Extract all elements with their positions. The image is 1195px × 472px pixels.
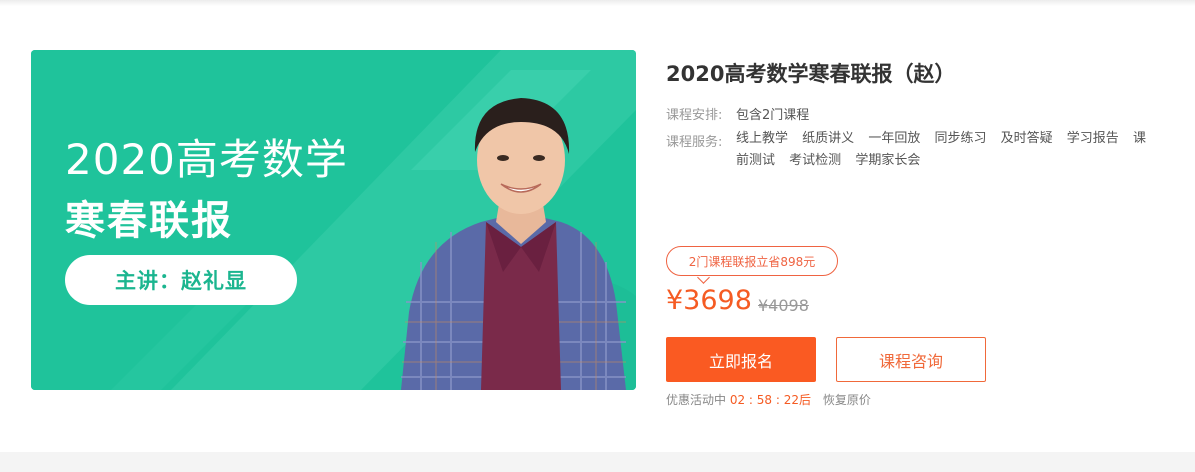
service-item: 考试检测	[789, 153, 842, 168]
enroll-button[interactable]: 立即报名	[666, 337, 816, 382]
current-price: ¥3698	[666, 285, 752, 316]
services-label: 课程服务:	[666, 135, 723, 150]
original-price: ¥4098	[758, 296, 809, 315]
bottom-divider	[0, 452, 1195, 472]
schedule-label: 课程安排:	[666, 108, 723, 123]
service-item: 学期家长会	[855, 153, 921, 168]
banner-title-line2: 寒春联报	[65, 198, 233, 244]
teacher-photo	[401, 98, 626, 390]
top-divider	[0, 0, 1195, 6]
service-item: 同步练习	[934, 131, 987, 146]
schedule-value: 包含2门课程	[736, 108, 810, 123]
countdown-suffix: 恢复原价	[822, 393, 871, 407]
countdown-time: 02 : 58 : 22后	[729, 393, 811, 407]
service-item: 纸质讲义	[802, 131, 855, 146]
service-item: 线上教学	[736, 131, 789, 146]
services-list: 线上教学 纸质讲义 一年回放 同步练习 及时答疑 学习报告 课前测试 考试检测 …	[736, 128, 1156, 172]
consult-button[interactable]: 课程咨询	[836, 337, 986, 382]
promo-badge: 2门课程联报立省898元	[666, 246, 838, 276]
course-title: 2020高考数学寒春联报（赵）	[666, 62, 956, 86]
countdown-prefix: 优惠活动中	[666, 393, 727, 407]
course-banner[interactable]: 2020高考数学 寒春联报 主讲：赵礼显	[31, 50, 636, 390]
service-item: 及时答疑	[1000, 131, 1053, 146]
service-item: 一年回放	[868, 131, 921, 146]
teacher-label: 主讲：赵礼显	[115, 269, 247, 293]
banner-title-line1: 2020高考数学	[65, 135, 348, 184]
countdown-line: 优惠活动中 02 : 58 : 22后 恢复原价	[666, 391, 871, 408]
teacher-pill: 主讲：赵礼显	[65, 255, 297, 305]
service-item: 学习报告	[1066, 131, 1119, 146]
